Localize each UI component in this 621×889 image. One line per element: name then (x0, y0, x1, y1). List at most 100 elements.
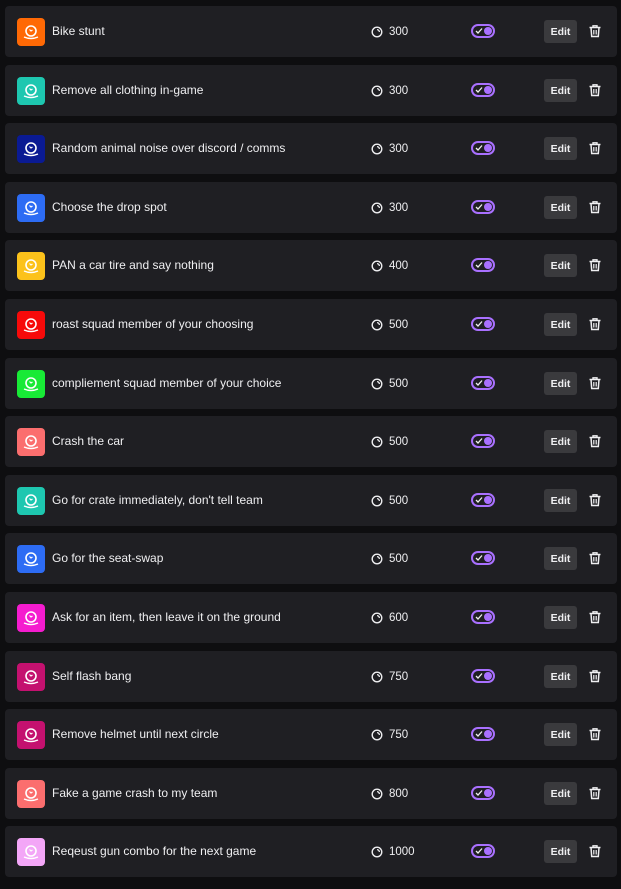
reward-row: Bike stunt 300 Edit (5, 6, 617, 57)
reward-cost: 500 (371, 533, 408, 584)
reward-icon (17, 135, 45, 163)
channel-points-icon (371, 318, 383, 331)
reward-title: Remove helmet until next circle (52, 727, 219, 741)
reward-row: Reqeust gun combo for the next game 1000 E… (5, 826, 617, 877)
edit-button[interactable]: Edit (544, 782, 577, 805)
toggle-knob (484, 379, 492, 387)
trash-icon[interactable] (588, 258, 602, 277)
edit-button[interactable]: Edit (544, 723, 577, 746)
edit-button[interactable]: Edit (544, 489, 577, 512)
reward-title: PAN a car tire and say nothing (52, 258, 214, 272)
trash-icon[interactable] (588, 493, 602, 512)
trash-icon[interactable] (588, 376, 602, 395)
channel-points-icon (371, 728, 383, 741)
reward-cost-value: 750 (389, 670, 409, 683)
enable-toggle[interactable] (471, 727, 495, 741)
enable-toggle[interactable] (471, 786, 495, 800)
edit-button[interactable]: Edit (544, 137, 577, 160)
reward-icon (17, 721, 45, 749)
enable-toggle[interactable] (471, 141, 495, 155)
enable-toggle[interactable] (471, 24, 495, 38)
reward-icon (17, 77, 45, 105)
toggle-knob (484, 789, 492, 797)
channel-points-icon (371, 142, 383, 155)
reward-title: Go for the seat-swap (52, 551, 164, 565)
edit-button[interactable]: Edit (544, 313, 577, 336)
check-icon (475, 262, 483, 268)
reward-icon (17, 428, 45, 456)
trash-icon[interactable] (588, 200, 602, 219)
reward-title: Choose the drop spot (52, 200, 167, 214)
trash-icon[interactable] (588, 24, 602, 43)
trash-icon[interactable] (588, 83, 602, 102)
reward-cost-value: 500 (389, 318, 409, 331)
edit-button[interactable]: Edit (544, 196, 577, 219)
toggle-knob (484, 144, 492, 152)
toggle-knob (484, 730, 492, 738)
reward-title: Remove all clothing in-game (52, 83, 204, 97)
enable-toggle[interactable] (471, 610, 495, 624)
edit-button[interactable]: Edit (544, 665, 577, 688)
reward-title: compliement squad member of your choice (52, 376, 282, 390)
reward-row: roast squad member of your choosing 500 Ed… (5, 299, 617, 350)
edit-button[interactable]: Edit (544, 430, 577, 453)
reward-cost: 750 (371, 651, 408, 702)
reward-title: Crash the car (52, 434, 125, 448)
reward-icon (17, 194, 45, 222)
reward-cost-value: 500 (389, 494, 409, 507)
edit-button[interactable]: Edit (544, 547, 577, 570)
check-icon (475, 87, 483, 93)
trash-icon[interactable] (588, 317, 602, 336)
trash-icon[interactable] (588, 610, 602, 629)
check-icon (475, 731, 483, 737)
enable-toggle[interactable] (471, 844, 495, 858)
reward-icon (17, 545, 45, 573)
reward-row: Ask for an item, then leave it on the gr… (5, 592, 617, 643)
channel-points-icon (371, 25, 383, 38)
enable-toggle[interactable] (471, 376, 495, 390)
enable-toggle[interactable] (471, 200, 495, 214)
reward-row: Self flash bang 750 Edit (5, 651, 617, 702)
reward-cost: 750 (371, 709, 408, 760)
trash-icon[interactable] (588, 551, 602, 570)
trash-icon[interactable] (588, 844, 602, 863)
enable-toggle[interactable] (471, 551, 495, 565)
edit-button[interactable]: Edit (544, 372, 577, 395)
channel-points-icon (371, 435, 383, 448)
reward-cost-value: 500 (389, 552, 409, 565)
reward-cost: 500 (371, 475, 408, 526)
reward-cost-value: 600 (389, 611, 409, 624)
edit-button[interactable]: Edit (544, 79, 577, 102)
reward-icon (17, 311, 45, 339)
toggle-knob (484, 437, 492, 445)
enable-toggle[interactable] (471, 493, 495, 507)
reward-row: Remove all clothing in-game 300 Edit (5, 65, 617, 116)
toggle-knob (484, 672, 492, 680)
trash-icon[interactable] (588, 669, 602, 688)
trash-icon[interactable] (588, 141, 602, 160)
reward-cost: 300 (371, 123, 408, 174)
trash-icon[interactable] (588, 786, 602, 805)
edit-button[interactable]: Edit (544, 20, 577, 43)
trash-icon[interactable] (588, 727, 602, 746)
enable-toggle[interactable] (471, 669, 495, 683)
reward-icon (17, 780, 45, 808)
reward-icon (17, 604, 45, 632)
reward-cost-value: 1000 (389, 845, 415, 858)
reward-cost-value: 300 (389, 25, 409, 38)
enable-toggle[interactable] (471, 434, 495, 448)
reward-cost: 500 (371, 416, 408, 467)
enable-toggle[interactable] (471, 317, 495, 331)
enable-toggle[interactable] (471, 258, 495, 272)
edit-button[interactable]: Edit (544, 606, 577, 629)
edit-button[interactable]: Edit (544, 254, 577, 277)
reward-cost: 600 (371, 592, 408, 643)
check-icon (475, 673, 483, 679)
check-icon (475, 204, 483, 210)
channel-points-icon (371, 611, 383, 624)
edit-button[interactable]: Edit (544, 840, 577, 863)
enable-toggle[interactable] (471, 83, 495, 97)
channel-points-icon (371, 494, 383, 507)
trash-icon[interactable] (588, 434, 602, 453)
reward-cost-value: 500 (389, 435, 409, 448)
